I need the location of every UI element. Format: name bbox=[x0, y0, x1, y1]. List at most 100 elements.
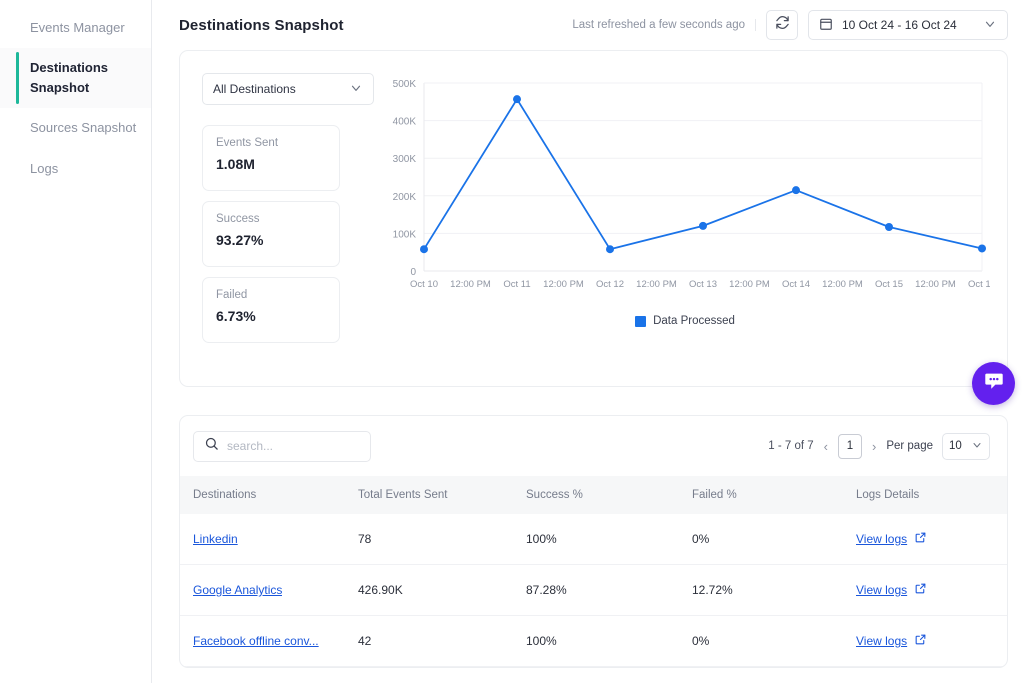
cell-total-events-sent: 42 bbox=[358, 615, 526, 667]
external-link-icon[interactable] bbox=[914, 633, 927, 649]
svg-text:Oct 15: Oct 15 bbox=[875, 279, 903, 290]
chat-support-button[interactable] bbox=[972, 362, 1015, 405]
chart-side-panel: All Destinations Events Sent 1.08M Succe… bbox=[202, 73, 374, 374]
metric-value: 1.08M bbox=[216, 156, 255, 172]
cell-destination: Linkedin bbox=[180, 514, 358, 565]
legend-label: Data Processed bbox=[653, 315, 735, 327]
prev-page-button[interactable]: ‹ bbox=[823, 439, 829, 454]
table-row: Linkedin 78 100% 0% View logs bbox=[180, 514, 1007, 565]
cell-logs-details: View logs bbox=[856, 514, 1007, 565]
cell-success-pct: 100% bbox=[526, 514, 692, 565]
search-box[interactable] bbox=[193, 430, 371, 462]
cell-failed-pct: 0% bbox=[692, 514, 856, 565]
table-row: Facebook offline conv... 42 100% 0% View… bbox=[180, 615, 1007, 667]
view-logs-link[interactable]: View logs bbox=[856, 532, 907, 546]
topbar: Destinations Snapshot Last refreshed a f… bbox=[152, 0, 1024, 50]
sidebar-item-logs[interactable]: Logs bbox=[0, 149, 151, 189]
chart-card: All Destinations Events Sent 1.08M Succe… bbox=[179, 50, 1008, 387]
page-title: Destinations Snapshot bbox=[179, 16, 344, 34]
refresh-icon bbox=[775, 15, 790, 35]
destinations-table: Destinations Total Events Sent Success %… bbox=[180, 476, 1007, 667]
column-header-failed-pct: Failed % bbox=[692, 489, 737, 501]
metric-card-failed: Failed 6.73% bbox=[202, 277, 340, 343]
cell-success-pct: 100% bbox=[526, 615, 692, 667]
cell-logs-details: View logs bbox=[856, 564, 1007, 616]
column-header-logs-details: Logs Details bbox=[856, 489, 920, 501]
destination-link[interactable]: Linkedin bbox=[193, 532, 238, 546]
svg-text:300K: 300K bbox=[393, 154, 417, 165]
svg-text:0: 0 bbox=[410, 267, 416, 278]
svg-text:100K: 100K bbox=[393, 229, 417, 240]
last-refreshed-text: Last refreshed a few seconds ago bbox=[572, 19, 756, 31]
view-logs-link[interactable]: View logs bbox=[856, 583, 907, 597]
topbar-actions: Last refreshed a few seconds ago 10 Oct … bbox=[572, 10, 1008, 40]
per-page-label: Per page bbox=[886, 440, 933, 452]
cell-destination: Facebook offline conv... bbox=[180, 615, 358, 667]
metric-card-success: Success 93.27% bbox=[202, 201, 340, 267]
pagination-range: 1 - 7 of 7 bbox=[768, 440, 814, 452]
column-header-destinations: Destinations bbox=[193, 489, 257, 501]
search-icon bbox=[204, 436, 219, 456]
legend-swatch bbox=[635, 315, 647, 327]
search-input[interactable] bbox=[227, 439, 360, 453]
sidebar-item-destinations-snapshot[interactable]: Destinations Snapshot bbox=[0, 48, 151, 109]
external-link-icon[interactable] bbox=[914, 582, 927, 598]
svg-text:500K: 500K bbox=[393, 79, 417, 90]
date-range-value: 10 Oct 24 - 16 Oct 24 bbox=[842, 18, 957, 32]
calendar-icon bbox=[819, 17, 833, 34]
svg-text:12:00 PM: 12:00 PM bbox=[543, 279, 584, 290]
main-content: Destinations Snapshot Last refreshed a f… bbox=[152, 0, 1024, 683]
sidebar-item-events-manager[interactable]: Events Manager bbox=[0, 8, 151, 48]
svg-text:200K: 200K bbox=[393, 192, 417, 203]
date-range-picker[interactable]: 10 Oct 24 - 16 Oct 24 bbox=[808, 10, 1008, 40]
svg-text:Oct 10: Oct 10 bbox=[410, 279, 438, 290]
svg-text:12:00 PM: 12:00 PM bbox=[915, 279, 956, 290]
sidebar-item-sources-snapshot[interactable]: Sources Snapshot bbox=[0, 108, 151, 148]
external-link-icon[interactable] bbox=[914, 531, 927, 547]
refresh-button[interactable] bbox=[766, 10, 798, 40]
destination-filter-value: All Destinations bbox=[213, 82, 296, 96]
destinations-table-card: 1 - 7 of 7 ‹ › Per page 10 bbox=[179, 415, 1008, 668]
cell-total-events-sent: 426.90K bbox=[358, 564, 526, 616]
metric-card-events-sent: Events Sent 1.08M bbox=[202, 125, 340, 191]
svg-text:Oct 12: Oct 12 bbox=[596, 279, 624, 290]
table-header-row: Destinations Total Events Sent Success %… bbox=[180, 476, 1007, 514]
per-page-select[interactable]: 10 bbox=[942, 432, 990, 460]
destination-filter-select[interactable]: All Destinations bbox=[202, 73, 374, 105]
svg-text:400K: 400K bbox=[393, 117, 417, 128]
sidebar-item-label: Events Manager bbox=[30, 20, 125, 35]
sidebar-item-label: Logs bbox=[30, 160, 59, 176]
chevron-down-icon bbox=[983, 17, 997, 34]
line-chart: 0 100K 200K 300K 400K 500K Oct 10 12:00 PM Oct 1… bbox=[374, 73, 990, 374]
metric-value: 6.73% bbox=[216, 308, 256, 324]
table-body: Linkedin 78 100% 0% View logs Google Ana… bbox=[180, 514, 1007, 667]
svg-text:Oct 14: Oct 14 bbox=[782, 279, 810, 290]
chart-svg: 0 100K 200K 300K 400K 500K Oct 10 12:00 PM Oct 1… bbox=[393, 79, 990, 290]
sidebar-item-label: Sources Snapshot bbox=[30, 120, 137, 136]
svg-text:12:00 PM: 12:00 PM bbox=[822, 279, 863, 290]
svg-text:Oct 11: Oct 11 bbox=[503, 279, 530, 290]
metric-value: 93.27% bbox=[216, 232, 264, 248]
sidebar-item-label: Destinations Snapshot bbox=[30, 60, 109, 96]
svg-text:12:00 PM: 12:00 PM bbox=[636, 279, 677, 290]
destination-link[interactable]: Facebook offline conv... bbox=[193, 634, 319, 648]
svg-text:Oct 16: Oct 16 bbox=[968, 279, 990, 290]
page-number-input[interactable] bbox=[837, 433, 862, 459]
cell-logs-details: View logs bbox=[856, 615, 1007, 667]
app-root: Events Manager Destinations Snapshot Sou… bbox=[0, 0, 1024, 683]
column-header-success-pct: Success % bbox=[526, 489, 583, 501]
svg-text:12:00 PM: 12:00 PM bbox=[729, 279, 770, 290]
pagination: 1 - 7 of 7 ‹ › Per page 10 bbox=[768, 432, 990, 460]
svg-text:12:00 PM: 12:00 PM bbox=[450, 279, 491, 290]
table-row: Google Analytics 426.90K 87.28% 12.72% V… bbox=[180, 564, 1007, 616]
cell-destination: Google Analytics bbox=[180, 564, 358, 616]
cell-failed-pct: 0% bbox=[692, 615, 856, 667]
chevron-down-icon bbox=[349, 81, 363, 98]
chat-bubble-icon bbox=[983, 370, 1005, 397]
cell-total-events-sent: 78 bbox=[358, 514, 526, 565]
destination-link[interactable]: Google Analytics bbox=[193, 583, 282, 597]
view-logs-link[interactable]: View logs bbox=[856, 634, 907, 648]
table-toolbar: 1 - 7 of 7 ‹ › Per page 10 bbox=[180, 416, 1007, 476]
chart-legend: Data Processed bbox=[380, 315, 990, 327]
next-page-button[interactable]: › bbox=[871, 439, 877, 454]
